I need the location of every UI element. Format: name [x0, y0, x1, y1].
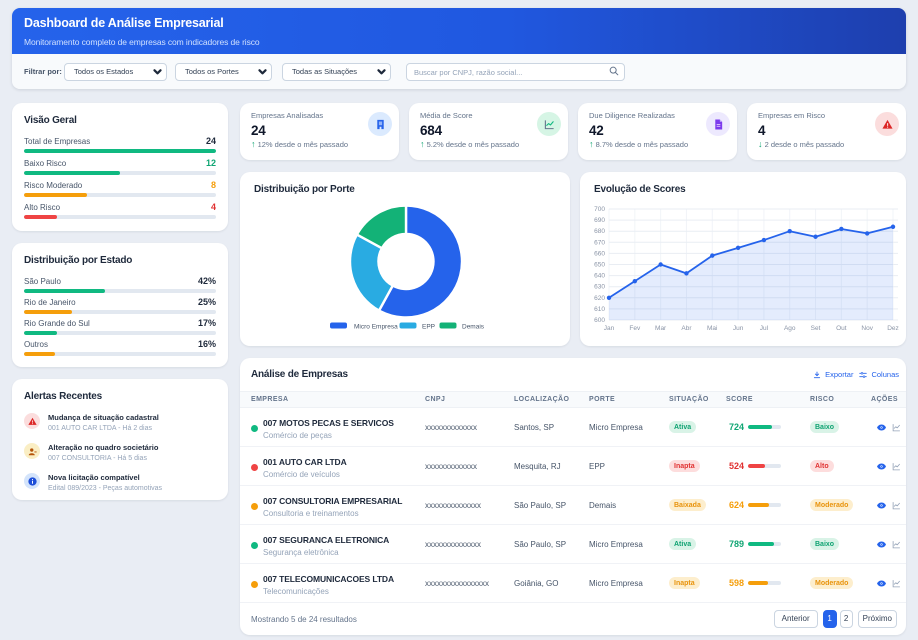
svg-text:630: 630: [594, 284, 605, 291]
svg-text:Mai: Mai: [707, 325, 717, 332]
svg-text:700: 700: [594, 206, 605, 213]
svg-text:660: 660: [594, 250, 605, 257]
svg-text:EPP: EPP: [422, 324, 435, 331]
svg-text:650: 650: [594, 262, 605, 269]
svg-text:Abr: Abr: [681, 325, 692, 332]
svg-text:640: 640: [594, 273, 605, 280]
svg-text:670: 670: [594, 239, 605, 246]
svg-text:Demais: Demais: [462, 324, 485, 331]
svg-text:610: 610: [594, 306, 605, 313]
svg-text:Jan: Jan: [604, 325, 615, 332]
svg-text:Ago: Ago: [784, 325, 796, 332]
svg-text:Nov: Nov: [861, 325, 873, 332]
svg-text:Micro Empresa: Micro Empresa: [354, 324, 398, 331]
svg-text:Dez: Dez: [887, 325, 899, 332]
svg-text:680: 680: [594, 228, 605, 235]
svg-text:620: 620: [594, 295, 605, 302]
svg-text:Fev: Fev: [629, 325, 641, 332]
svg-text:Set: Set: [811, 325, 821, 332]
svg-text:Out: Out: [836, 325, 847, 332]
svg-text:Jun: Jun: [733, 325, 744, 332]
svg-text:600: 600: [594, 317, 605, 324]
svg-text:Mar: Mar: [655, 325, 667, 332]
svg-text:Jul: Jul: [760, 325, 769, 332]
svg-text:690: 690: [594, 217, 605, 224]
